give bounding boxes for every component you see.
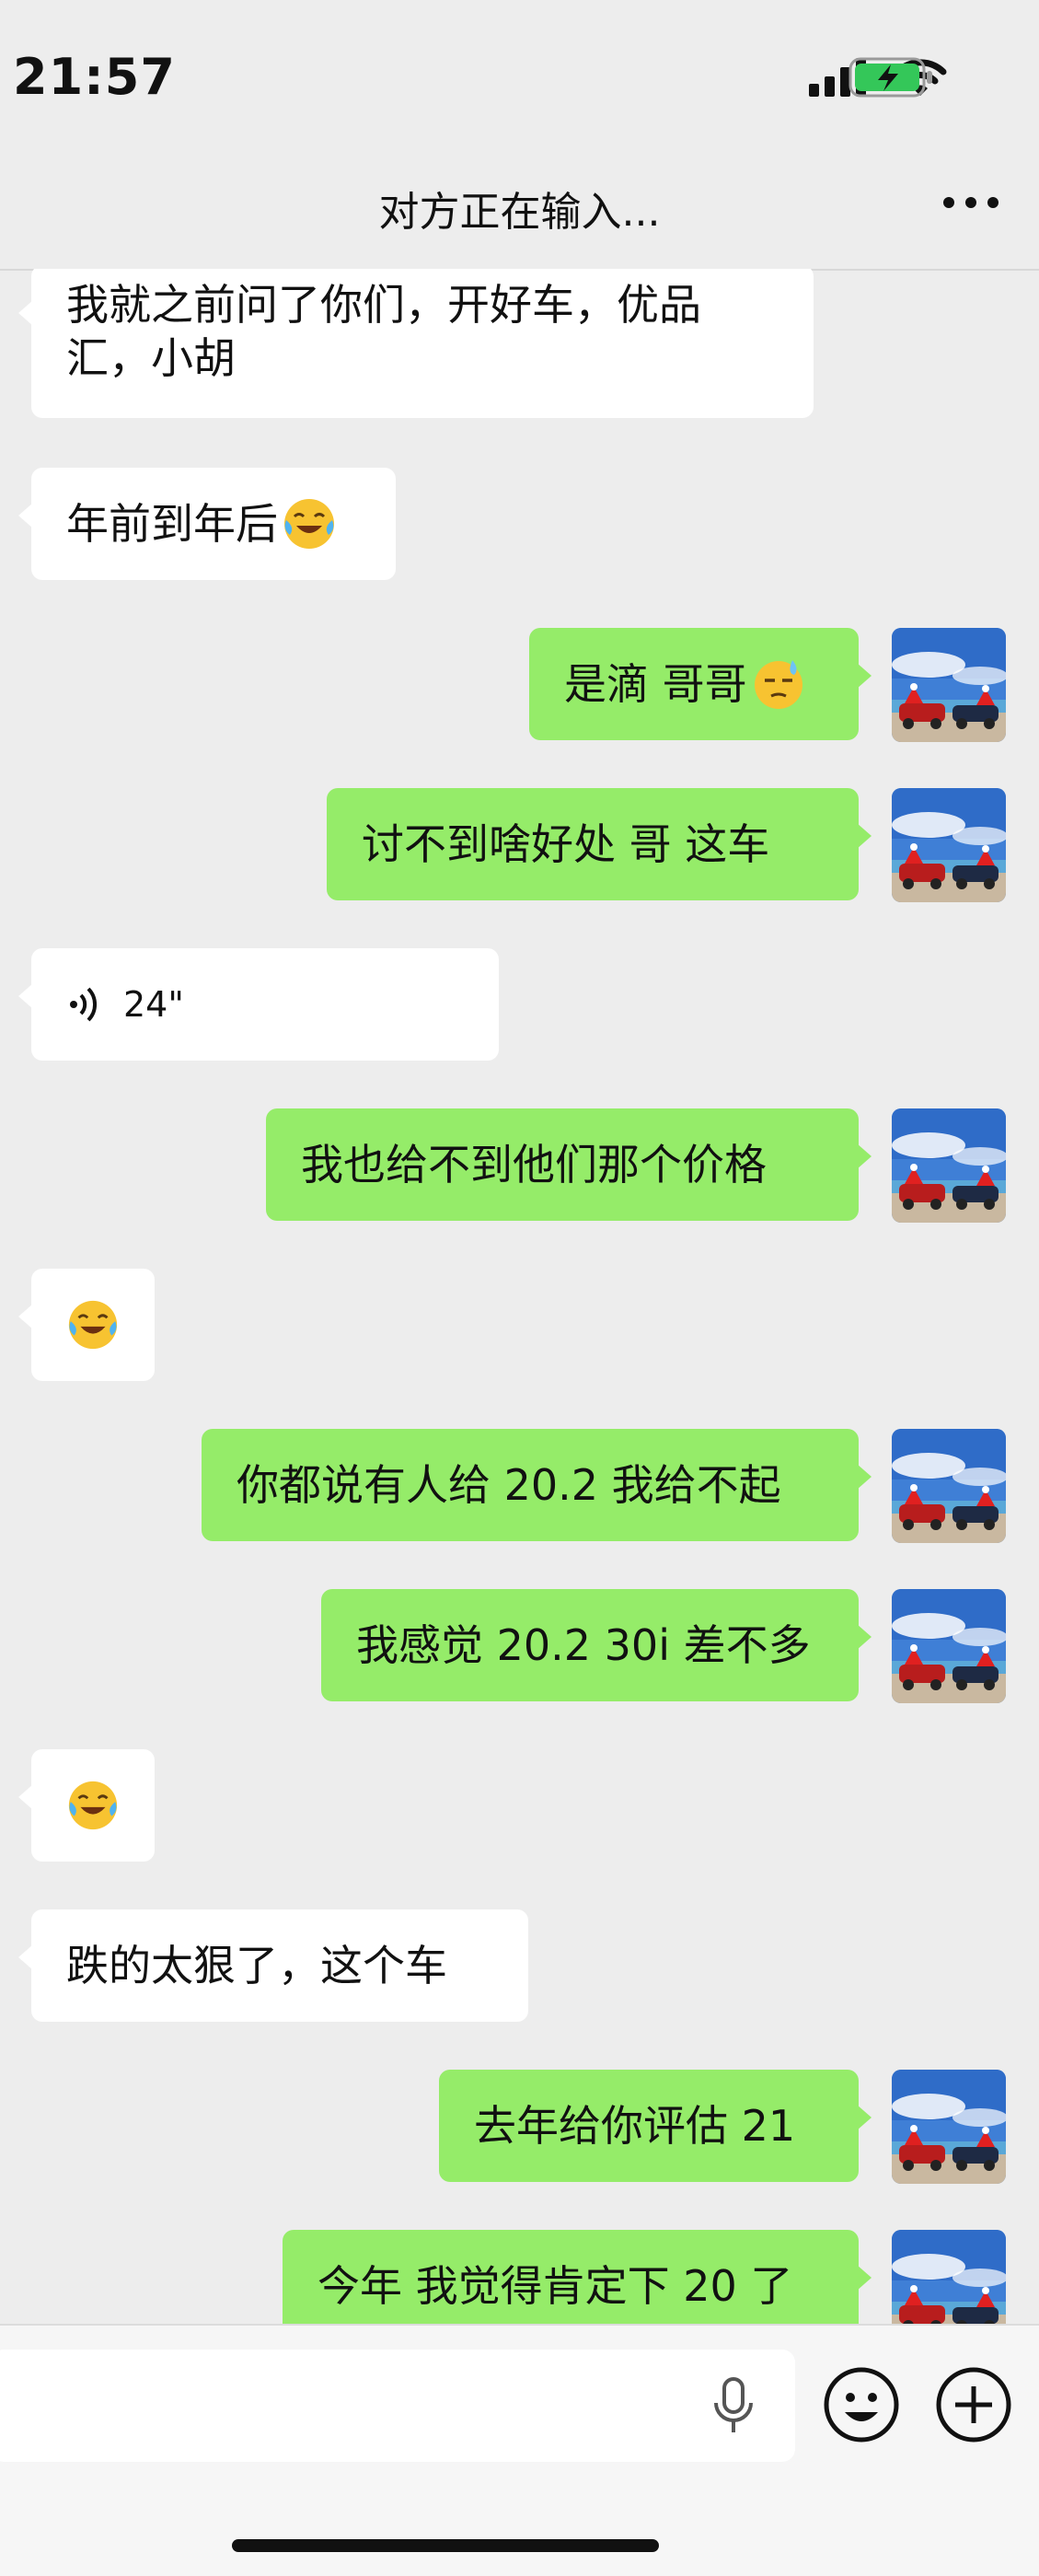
crying-laugh-emoji bbox=[66, 1297, 120, 1352]
message-list[interactable]: 我就之前问了你们，开好车，优品 汇，小胡 年前到年后 是滴 哥哥 讨不到啥好处 … bbox=[0, 269, 1039, 2324]
chat-header: 对方正在输入... bbox=[0, 138, 1039, 271]
message-text: 年前到年后 bbox=[66, 499, 278, 549]
message-text: 是滴 哥哥 bbox=[564, 659, 747, 709]
status-bar: 21:57 bbox=[0, 0, 1039, 138]
more-icon[interactable] bbox=[943, 193, 999, 212]
chat-title: 对方正在输入... bbox=[378, 189, 661, 236]
message-bubble[interactable]: 年前到年后 bbox=[18, 468, 396, 580]
mic-icon[interactable] bbox=[710, 2377, 756, 2434]
message-bubble[interactable]: 是滴 哥哥 bbox=[529, 628, 872, 740]
message-bubble[interactable]: 我感觉 20.2 30i 差不多 bbox=[321, 1589, 872, 1701]
message-input[interactable] bbox=[0, 2350, 795, 2462]
message-bubble[interactable]: 你都说有人给 20.2 我给不起 bbox=[202, 1429, 872, 1541]
message-bubble[interactable]: 今年 我觉得肯定下 20 了 bbox=[283, 2230, 872, 2324]
avatar[interactable] bbox=[892, 2070, 1006, 2184]
message-text: 讨不到啥好处 哥 这车 bbox=[362, 819, 770, 869]
avatar[interactable] bbox=[892, 1429, 1006, 1543]
message-bubble[interactable] bbox=[18, 1269, 155, 1381]
message-bubble[interactable] bbox=[18, 1749, 155, 1862]
message-text: 我就之前问了你们，开好车，优品 bbox=[66, 280, 701, 330]
message-bubble[interactable]: 去年给你评估 21 bbox=[439, 2070, 872, 2182]
message-bubble[interactable]: 跌的太狠了，这个车 bbox=[18, 1909, 528, 2022]
message-bubble[interactable]: 我也给不到他们那个价格 bbox=[266, 1108, 872, 1221]
message-text: 今年 我觉得肯定下 20 了 bbox=[317, 2261, 793, 2311]
voice-duration: 24" bbox=[123, 984, 184, 1025]
avatar[interactable] bbox=[892, 1108, 1006, 1223]
home-indicator bbox=[232, 2539, 659, 2552]
avatar[interactable] bbox=[892, 1589, 1006, 1703]
message-text: 去年给你评估 21 bbox=[474, 2101, 796, 2151]
message-text: 我也给不到他们那个价格 bbox=[301, 1140, 767, 1189]
avatar[interactable] bbox=[892, 788, 1006, 902]
voice-icon bbox=[70, 987, 98, 1022]
message-text: 跌的太狠了，这个车 bbox=[66, 1941, 447, 1990]
plus-icon[interactable] bbox=[935, 2366, 1012, 2443]
avatar[interactable] bbox=[892, 2230, 1006, 2324]
avatar[interactable] bbox=[892, 628, 1006, 742]
message-text: 我感觉 20.2 30i 差不多 bbox=[356, 1620, 811, 1670]
battery-charging-icon bbox=[849, 57, 935, 101]
voice-message[interactable]: 24" bbox=[18, 948, 499, 1061]
message-bubble[interactable]: 我就之前问了你们，开好车，优品 汇，小胡 bbox=[18, 269, 814, 418]
emoji-button-icon[interactable] bbox=[823, 2366, 900, 2443]
crying-laugh-emoji bbox=[66, 1778, 120, 1833]
message-text: 汇，小胡 bbox=[66, 333, 236, 383]
message-text: 你都说有人给 20.2 我给不起 bbox=[237, 1460, 781, 1510]
input-bar bbox=[0, 2324, 1039, 2576]
crying-laugh-emoji bbox=[282, 496, 337, 551]
message-bubble[interactable]: 讨不到啥好处 哥 这车 bbox=[327, 788, 872, 900]
sweat-emoji bbox=[751, 656, 806, 712]
status-time: 21:57 bbox=[13, 48, 176, 106]
